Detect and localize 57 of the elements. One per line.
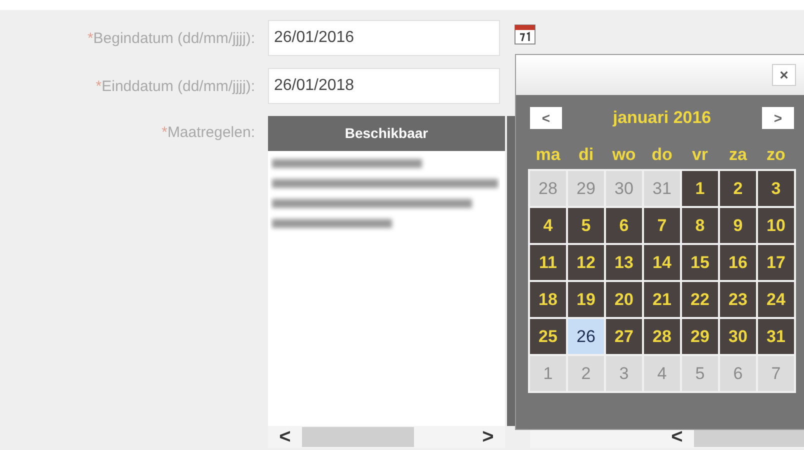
weekday-label: za — [728, 144, 748, 166]
day-cell[interactable]: 2 — [720, 171, 756, 206]
day-cell[interactable]: 15 — [682, 245, 718, 280]
scroll-thumb[interactable] — [302, 427, 414, 447]
day-cell[interactable]: 8 — [682, 208, 718, 243]
weekday-label: wo — [611, 144, 637, 166]
close-button[interactable]: × — [772, 64, 796, 86]
scrollbar[interactable]: < > — [268, 426, 505, 448]
date-field[interactable]: 26/01/2018 — [268, 68, 500, 104]
day-cell[interactable]: 16 — [720, 245, 756, 280]
day-cell[interactable]: 6 — [606, 208, 642, 243]
day-cell[interactable]: 25 — [530, 319, 566, 354]
day-cell[interactable]: 10 — [758, 208, 794, 243]
scroll-left-button[interactable]: < — [660, 427, 694, 447]
weekday-label: di — [577, 144, 595, 166]
day-cell[interactable]: 12 — [568, 245, 604, 280]
day-cell[interactable]: 22 — [682, 282, 718, 317]
day-cell[interactable]: 31 — [758, 319, 794, 354]
day-cell[interactable]: 7 — [644, 208, 680, 243]
required-mark: * — [96, 78, 102, 94]
day-cell[interactable]: 1 — [682, 171, 718, 206]
field-label: Begindatum (dd/mm/jjjj): — [93, 30, 255, 46]
next-month-button[interactable]: > — [762, 107, 794, 129]
day-cell[interactable]: 26 — [568, 319, 604, 354]
date-field[interactable]: 26/01/2016 — [268, 20, 500, 56]
day-cell[interactable]: 3 — [758, 171, 794, 206]
weekday-label: ma — [534, 144, 562, 166]
day-cell[interactable]: 23 — [720, 282, 756, 317]
day-cell[interactable]: 13 — [606, 245, 642, 280]
scroll-right-button[interactable]: > — [471, 427, 505, 447]
day-cell[interactable]: 11 — [530, 245, 566, 280]
weekday-label: vr — [690, 144, 710, 166]
field-label: Maatregelen: — [167, 124, 255, 141]
day-cell[interactable]: 24 — [758, 282, 794, 317]
day-cell[interactable]: 5 — [568, 208, 604, 243]
required-mark: * — [162, 124, 168, 141]
day-cell[interactable]: 9 — [720, 208, 756, 243]
required-mark: * — [87, 30, 94, 46]
day-cell[interactable]: 21 — [644, 282, 680, 317]
weekday-label: do — [650, 144, 674, 166]
previous-month-button[interactable]: < — [530, 107, 562, 129]
day-cell[interactable]: 27 — [606, 319, 642, 354]
list-header: Beschikbaar — [268, 116, 505, 151]
day-cell[interactable]: 19 — [568, 282, 604, 317]
day-cell[interactable]: 14 — [644, 245, 680, 280]
day-cell[interactable]: 29 — [682, 319, 718, 354]
day-cell[interactable]: 30 — [720, 319, 756, 354]
day-cell[interactable]: 28 — [644, 319, 680, 354]
day-cell[interactable]: 20 — [606, 282, 642, 317]
calendar-icon[interactable] — [514, 23, 536, 45]
day-cell[interactable]: 17 — [758, 245, 794, 280]
day-cell[interactable]: 4 — [530, 208, 566, 243]
scroll-left-button[interactable]: < — [268, 427, 302, 447]
field-label: Einddatum (dd/mm/jjjj): — [102, 78, 255, 94]
month-title: januari 2016 — [612, 108, 712, 128]
day-cell[interactable]: 18 — [530, 282, 566, 317]
weekday-label: zo — [766, 144, 786, 166]
